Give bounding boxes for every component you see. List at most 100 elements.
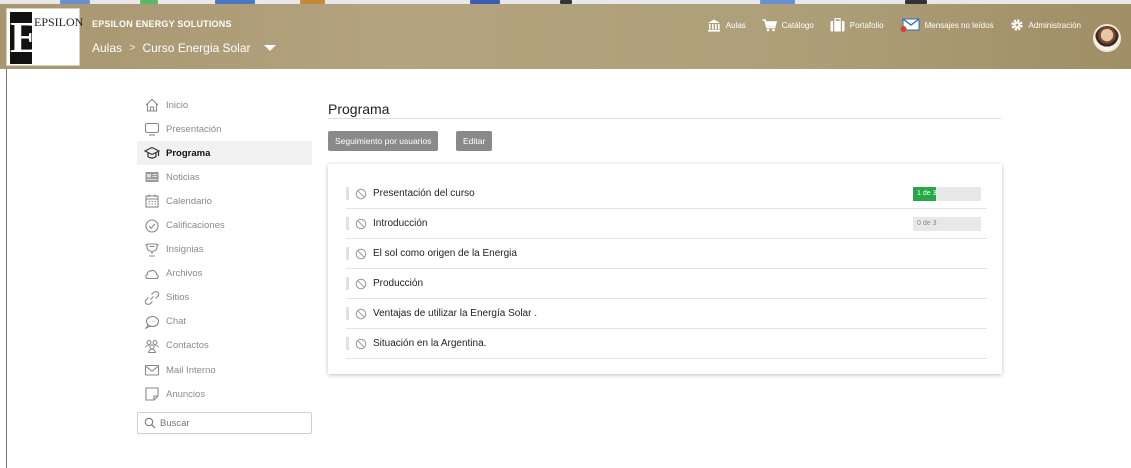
company-logo[interactable]: E EPSILON: [6, 8, 84, 66]
cart-icon: [762, 18, 777, 31]
top-navigation: Aulas Catálogo Portafolio Mensajes no le…: [707, 18, 1081, 32]
newspaper-icon: [144, 169, 160, 185]
sidebar-item-label: Calendario: [166, 195, 212, 207]
ban-icon: [355, 278, 367, 289]
sidebar-item-label: Programa: [166, 147, 211, 159]
company-name: EPSILON ENERGY SOLUTIONS: [92, 19, 232, 29]
search-input[interactable]: Buscar: [137, 412, 312, 435]
sidebar-item-sitios[interactable]: Sitios: [137, 286, 312, 310]
nav-catalogo[interactable]: Catálogo: [762, 18, 814, 32]
nav-portafolio[interactable]: Portafolio: [830, 18, 884, 32]
sidebar-item-insignias[interactable]: Insignias: [137, 238, 312, 262]
chevron-down-icon[interactable]: [263, 45, 276, 51]
nav-aulas[interactable]: Aulas: [707, 19, 746, 32]
ban-icon: [355, 188, 367, 199]
breadcrumb-current[interactable]: Curso Energia Solar: [142, 41, 250, 55]
graduation-cap-icon: [144, 145, 160, 161]
sidebar-item-inicio[interactable]: Inicio: [137, 93, 312, 117]
cloud-icon: [144, 266, 160, 282]
check-circle-icon: [144, 218, 160, 234]
drag-handle-icon[interactable]: [346, 187, 349, 200]
logo-text: EPSILON: [34, 15, 84, 29]
envelope-icon: [900, 18, 920, 32]
mail-icon: [144, 362, 160, 378]
edit-button[interactable]: Editar: [456, 131, 493, 151]
sidebar-item-label: Noticias: [166, 171, 200, 183]
building-columns-icon: [707, 19, 720, 32]
module-row[interactable]: El sol como origen de la Energia: [346, 239, 987, 269]
monitor-icon: [144, 121, 160, 137]
drag-handle-icon[interactable]: [346, 337, 349, 350]
sidebar-item-label: Mail Interno: [166, 364, 216, 376]
sidebar-item-anuncios[interactable]: Anuncios: [137, 382, 312, 406]
sidebar-item-archivos[interactable]: Archivos: [137, 262, 312, 286]
chat-bubble-icon: [144, 314, 160, 330]
sidebar-item-label: Presentación: [166, 123, 222, 135]
sidebar-item-programa[interactable]: Programa: [137, 141, 312, 166]
breadcrumb-root[interactable]: Aulas: [92, 41, 122, 55]
module-title[interactable]: Situación en la Argentina.: [373, 338, 486, 349]
drag-handle-icon[interactable]: [346, 307, 349, 320]
title-divider: [328, 118, 1001, 119]
search-label: Buscar: [160, 417, 190, 429]
sidebar-item-label: Insignias: [166, 244, 204, 256]
module-title[interactable]: Introducción: [373, 218, 427, 229]
sidebar-item-label: Inicio: [166, 99, 189, 111]
sidebar-item-label: Chat: [166, 316, 187, 328]
sidebar-item-label: Archivos: [166, 268, 203, 280]
progress-text: 0 de 3: [917, 220, 937, 227]
home-icon: [144, 97, 160, 113]
search-icon: [144, 417, 156, 429]
nav-administracion[interactable]: Administración: [1010, 18, 1081, 32]
module-title[interactable]: Ventajas de utilizar la Energía Solar .: [373, 308, 537, 319]
sidebar-item-mail-interno[interactable]: Mail Interno: [137, 358, 312, 382]
calendar-icon: [144, 193, 160, 209]
sidebar-item-chat[interactable]: Chat: [137, 310, 312, 334]
ban-icon: [355, 338, 367, 349]
breadcrumb-separator: >: [129, 42, 136, 54]
nav-aulas-label: Aulas: [725, 20, 746, 30]
progress-text: 1 de 3: [917, 190, 937, 197]
sidebar-item-presentacion[interactable]: Presentación: [137, 117, 312, 141]
module-row[interactable]: Introducción 0 de 3: [346, 209, 987, 239]
nav-portafolio-label: Portafolio: [849, 20, 884, 30]
sidebar-item-label: Contactos: [166, 340, 209, 352]
module-row[interactable]: Producción: [346, 269, 987, 299]
nav-administracion-label: Administración: [1028, 20, 1081, 30]
module-row[interactable]: Situación en la Argentina.: [346, 329, 987, 359]
sidebar-item-calendario[interactable]: Calendario: [137, 189, 312, 213]
page-title: Programa: [328, 101, 390, 117]
link-icon: [144, 290, 160, 306]
progress-bar: 1 de 3: [913, 186, 981, 201]
sidebar-item-label: Calificaciones: [166, 220, 225, 232]
drag-handle-icon[interactable]: [346, 277, 349, 290]
gear-icon: [1010, 19, 1023, 31]
drag-handle-icon[interactable]: [346, 247, 349, 260]
drag-handle-icon[interactable]: [346, 217, 349, 230]
module-title[interactable]: Producción: [373, 278, 423, 289]
sidebar: Inicio Presentación Programa Noticias Ca…: [137, 93, 312, 435]
ban-icon: [355, 218, 367, 229]
sidebar-item-noticias[interactable]: Noticias: [137, 165, 312, 189]
note-icon: [144, 386, 160, 402]
ban-icon: [355, 248, 367, 259]
app-header: E EPSILON EPSILON ENERGY SOLUTIONS Aulas…: [0, 4, 1131, 69]
sidebar-item-contactos[interactable]: Contactos: [137, 334, 312, 358]
sidebar-item-label: Sitios: [166, 292, 190, 304]
nav-catalogo-label: Catálogo: [781, 20, 814, 30]
sidebar-item-calificaciones[interactable]: Calificaciones: [137, 213, 312, 237]
badge-icon: [144, 242, 160, 258]
module-list: Presentación del curso 1 de 3 Introducci…: [328, 164, 1002, 374]
module-title[interactable]: El sol como origen de la Energia: [373, 248, 517, 259]
module-row[interactable]: Ventajas de utilizar la Energía Solar .: [346, 299, 987, 329]
contacts-icon: [144, 338, 160, 354]
tracking-button[interactable]: Seguimiento por usuarios: [328, 131, 439, 151]
breadcrumb: Aulas > Curso Energia Solar: [92, 41, 276, 55]
ban-icon: [355, 308, 367, 319]
nav-mensajes[interactable]: Mensajes no leídos: [900, 18, 994, 32]
avatar[interactable]: [1093, 24, 1121, 52]
sidebar-item-label: Anuncios: [166, 388, 206, 400]
module-title[interactable]: Presentación del curso: [373, 188, 475, 199]
module-row[interactable]: Presentación del curso 1 de 3: [346, 179, 987, 209]
progress-bar: 0 de 3: [913, 216, 981, 231]
